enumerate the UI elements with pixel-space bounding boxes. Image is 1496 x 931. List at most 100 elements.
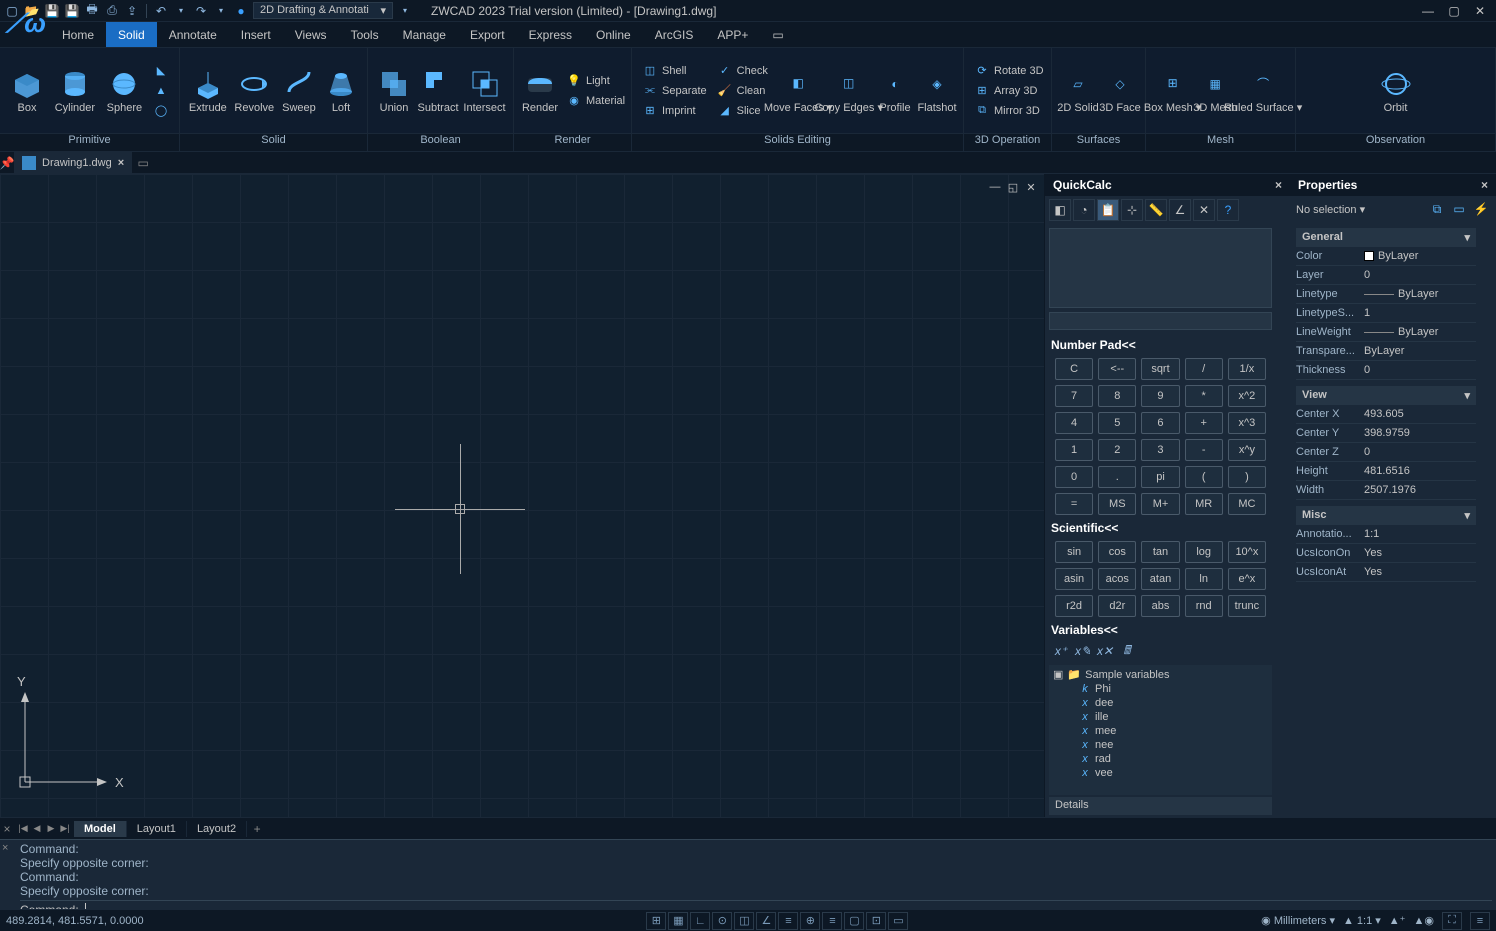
sci-cos[interactable]: cos (1098, 541, 1136, 563)
union-button[interactable]: Union (374, 66, 414, 116)
menu-app[interactable]: APP+ (705, 22, 760, 47)
scientific-header[interactable]: Scientific<< (1045, 519, 1276, 537)
var-nee[interactable]: xnee (1051, 738, 1270, 752)
prop-Linetype[interactable]: LinetypeByLayer (1296, 285, 1476, 304)
sci-acos[interactable]: acos (1098, 568, 1136, 590)
numpad-=[interactable]: = (1055, 493, 1093, 515)
numpad-6[interactable]: 6 (1141, 412, 1179, 434)
tab-new-button[interactable]: ▭ (133, 152, 153, 173)
light-button[interactable]: 💡Light (562, 72, 629, 90)
prop-Annotatio[interactable]: Annotatio...1:1 (1296, 525, 1476, 544)
menu-solid[interactable]: Solid (106, 22, 157, 47)
loft-button[interactable]: Loft (321, 66, 361, 116)
prop-LinetypeS[interactable]: LinetypeS...1 (1296, 304, 1476, 323)
cone-button[interactable]: ▲ (149, 82, 173, 100)
numpad-9[interactable]: 9 (1141, 385, 1179, 407)
qat-export-icon[interactable]: ⇪ (124, 3, 140, 19)
prop-Color[interactable]: ColorByLayer (1296, 247, 1476, 266)
quickcalc-input[interactable] (1049, 312, 1272, 330)
prop-CenterZ[interactable]: Center Z0 (1296, 443, 1476, 462)
sci-rnd[interactable]: rnd (1185, 595, 1223, 617)
layout-nav-prev[interactable]: ◀ (30, 820, 44, 838)
var-ille[interactable]: xille (1051, 710, 1270, 724)
drawing-canvas[interactable]: — ◱ ✕ Y X (0, 174, 1044, 817)
var-vee[interactable]: xvee (1051, 766, 1270, 780)
prop-Width[interactable]: Width2507.1976 (1296, 481, 1476, 500)
quickcalc-scrollbar[interactable] (1276, 196, 1290, 817)
layout-nav-last[interactable]: ▶| (58, 820, 72, 838)
doc-minimize-button[interactable]: — (987, 179, 1003, 195)
numpad-2[interactable]: 2 (1098, 439, 1136, 461)
numpad-MC[interactable]: MC (1228, 493, 1266, 515)
wedge-button[interactable]: ◣ (149, 62, 173, 80)
qc-angle-button[interactable]: ∠ (1169, 199, 1191, 221)
polar-toggle[interactable]: ⊙ (712, 912, 732, 930)
qat-redo-icon[interactable]: ↷ (193, 3, 209, 19)
prop-CenterY[interactable]: Center Y398.9759 (1296, 424, 1476, 443)
numpad-.[interactable]: . (1098, 466, 1136, 488)
otrack-toggle[interactable]: ∠ (756, 912, 776, 930)
layout-close-icon[interactable]: × (0, 822, 14, 836)
qat-redo-drop-icon[interactable]: ▾ (213, 3, 229, 19)
prop-cat-view[interactable]: View▾ (1296, 386, 1476, 405)
sci-r2d[interactable]: r2d (1055, 595, 1093, 617)
orbit-button[interactable]: Orbit (1374, 66, 1418, 116)
status-annoscale[interactable]: ▲⁺ (1389, 914, 1406, 927)
box-mesh-button[interactable]: ⊞Box Mesh ▾ (1152, 65, 1193, 116)
render-button[interactable]: Render (520, 66, 560, 116)
ortho-toggle[interactable]: ∟ (690, 912, 710, 930)
menu-online[interactable]: Online (584, 22, 643, 47)
numpad-C[interactable]: C (1055, 358, 1093, 380)
tab-drawing1[interactable]: Drawing1.dwg × (14, 152, 133, 173)
customize-toggle[interactable]: ≡ (1470, 912, 1490, 930)
torus-button[interactable]: ◯ (149, 102, 173, 120)
qc-intersect-button[interactable]: ✕ (1193, 199, 1215, 221)
selection-dropdown[interactable]: No selection ▾ (1296, 203, 1424, 216)
quick-select-button[interactable]: ⚡ (1472, 200, 1490, 218)
var-calc-button[interactable]: 🖩 (1117, 641, 1137, 661)
numpad-)[interactable]: ) (1228, 466, 1266, 488)
numpad-MR[interactable]: MR (1185, 493, 1223, 515)
qc-history-button[interactable]: ◔ (1073, 199, 1095, 221)
numpad--[interactable]: - (1185, 439, 1223, 461)
cycle-toggle[interactable]: ≡ (822, 912, 842, 930)
osnap-toggle[interactable]: ◫ (734, 912, 754, 930)
prop-UcsIconAt[interactable]: UcsIconAtYes (1296, 563, 1476, 582)
qc-distance-button[interactable]: 📏 (1145, 199, 1167, 221)
sci-log[interactable]: log (1185, 541, 1223, 563)
layout-nav-first[interactable]: |◀ (16, 820, 30, 838)
menu-tools[interactable]: Tools (339, 22, 391, 47)
sci-trunc[interactable]: trunc (1228, 595, 1266, 617)
properties-close-button[interactable]: × (1481, 178, 1488, 192)
sci-atan[interactable]: atan (1141, 568, 1179, 590)
variables-tree[interactable]: ▣📁Sample variables kPhixdeexillexmeexnee… (1049, 665, 1272, 795)
check-button[interactable]: ✓Check (713, 62, 772, 80)
separate-button[interactable]: ⫘Separate (638, 82, 711, 100)
menu-annotate[interactable]: Annotate (157, 22, 229, 47)
qat-plot-icon[interactable]: 🖶 (84, 3, 100, 19)
prop-Height[interactable]: Height481.6516 (1296, 462, 1476, 481)
snap-toggle[interactable]: ⊞ (646, 912, 666, 930)
lwt-toggle[interactable]: ≡ (778, 912, 798, 930)
qc-clear-button[interactable]: ◧ (1049, 199, 1071, 221)
box-button[interactable]: Box (6, 66, 48, 116)
numpad-+[interactable]: + (1185, 412, 1223, 434)
extrude-button[interactable]: Extrude (186, 66, 230, 116)
status-scale[interactable]: ▲ 1:1 ▾ (1343, 914, 1381, 927)
numpad-4[interactable]: 4 (1055, 412, 1093, 434)
prop-cat-misc[interactable]: Misc▾ (1296, 506, 1476, 525)
var-rad[interactable]: xrad (1051, 752, 1270, 766)
prop-Thickness[interactable]: Thickness0 (1296, 361, 1476, 380)
ruled-surface-button[interactable]: ⌒Ruled Surface ▾ (1237, 65, 1289, 116)
profile-button[interactable]: ◐Profile (875, 66, 915, 116)
sphere-button[interactable]: Sphere (102, 66, 147, 116)
app-logo[interactable]: ⟋ω (4, 2, 48, 46)
shell-button[interactable]: ◫Shell (638, 62, 711, 80)
numpad-5[interactable]: 5 (1098, 412, 1136, 434)
qat-preview-icon[interactable]: ⎙ (104, 3, 120, 19)
doc-close-button[interactable]: ✕ (1023, 179, 1039, 195)
menu-insert[interactable]: Insert (229, 22, 283, 47)
layout-nav-next[interactable]: ▶ (44, 820, 58, 838)
dyn-toggle[interactable]: ⊕ (800, 912, 820, 930)
array3d-button[interactable]: ⊞Array 3D (970, 82, 1048, 100)
